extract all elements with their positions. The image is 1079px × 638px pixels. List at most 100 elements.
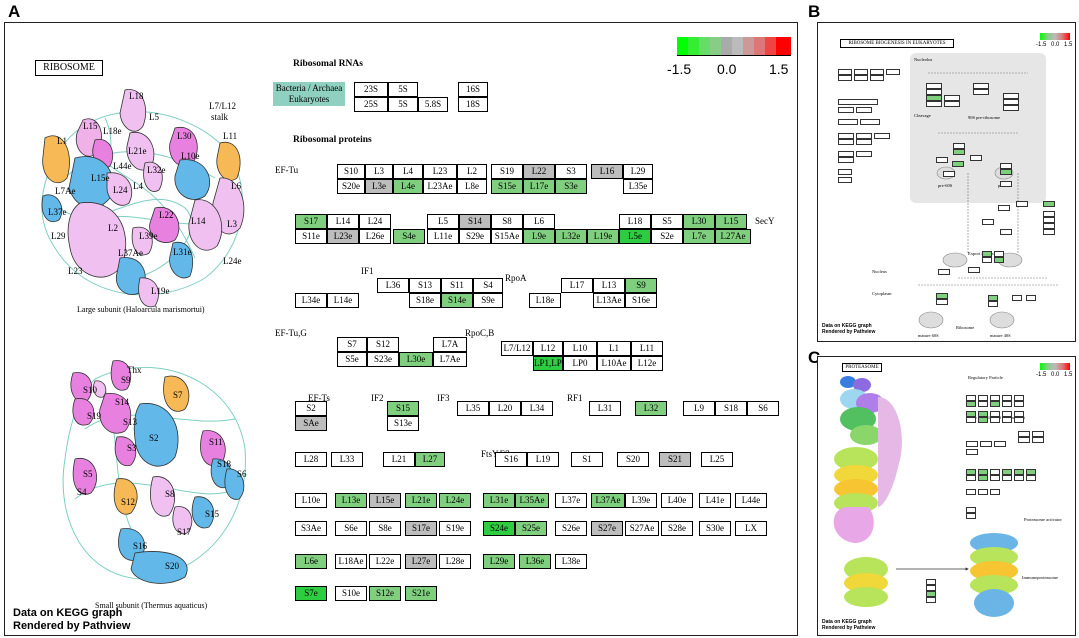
protein-box-lp0[interactable]: LP0 (563, 356, 597, 371)
protein-box-l30e[interactable]: L30e (399, 352, 433, 367)
protein-box-s4e[interactable]: S4e (393, 229, 425, 244)
protein-box-l34e[interactable]: L34e (295, 293, 327, 308)
proteasome-gene-box[interactable] (1014, 417, 1024, 423)
rrna-5s[interactable]: 5S (388, 82, 418, 97)
biogenesis-gene-box[interactable] (1026, 295, 1036, 301)
protein-box-l17[interactable]: L17 (561, 278, 593, 293)
proteasome-gene-box[interactable] (1002, 475, 1012, 481)
protein-box-l18[interactable]: L18 (619, 214, 651, 229)
protein-box-l7a[interactable]: L7A (433, 337, 467, 352)
proteasome-gene-box[interactable] (1014, 475, 1024, 481)
protein-box-l24e[interactable]: L24e (439, 493, 471, 508)
protein-box-s20e[interactable]: S20e (337, 179, 365, 194)
protein-box-l20[interactable]: L20 (489, 401, 521, 416)
biogenesis-gene-box[interactable] (973, 89, 989, 95)
protein-box-l13[interactable]: L13 (593, 278, 625, 293)
protein-box-s16e[interactable]: S16e (625, 293, 657, 308)
proteasome-gene-box[interactable] (978, 489, 988, 495)
protein-box-l1[interactable]: L1 (597, 341, 631, 356)
protein-box-l4e[interactable]: L4e (393, 179, 423, 194)
protein-box-s12e[interactable]: S12e (369, 586, 401, 601)
protein-box-l35[interactable]: L35 (457, 401, 489, 416)
protein-box-l32e[interactable]: L32e (555, 229, 587, 244)
biogenesis-gene-box[interactable] (936, 299, 948, 305)
biogenesis-gene-box[interactable] (1012, 295, 1022, 301)
protein-box-l7ae[interactable]: L7Ae (433, 352, 467, 367)
proteasome-gene-box[interactable] (926, 597, 936, 603)
protein-box-l5[interactable]: L5 (427, 214, 459, 229)
protein-box-s14e[interactable]: S14e (441, 293, 473, 308)
protein-box-l40e[interactable]: L40e (661, 493, 693, 508)
protein-box-s18e[interactable]: S18e (409, 293, 441, 308)
protein-box-s2e[interactable]: S2e (651, 229, 683, 244)
protein-box-s29e[interactable]: S29e (459, 229, 491, 244)
protein-box-l30[interactable]: L30 (683, 214, 715, 229)
protein-box-l25[interactable]: L25 (701, 452, 733, 467)
protein-box-s14[interactable]: S14 (459, 214, 491, 229)
protein-box-s9[interactable]: S9 (625, 278, 657, 293)
protein-box-s19e[interactable]: S19e (439, 521, 471, 536)
protein-box-l10e[interactable]: L10e (295, 493, 327, 508)
biogenesis-gene-box[interactable] (838, 169, 852, 175)
proteasome-gene-box[interactable] (1014, 401, 1024, 407)
proteasome-gene-box[interactable] (978, 475, 988, 481)
protein-box-l7e[interactable]: L7e (683, 229, 715, 244)
biogenesis-gene-box[interactable] (943, 171, 955, 177)
proteasome-gene-box[interactable] (990, 489, 1000, 495)
protein-box-s13[interactable]: S13 (409, 278, 441, 293)
protein-box-l6[interactable]: L6 (523, 214, 555, 229)
protein-box-l36e[interactable]: L36e (519, 554, 551, 569)
biogenesis-gene-box[interactable] (838, 177, 852, 183)
protein-box-l3[interactable]: L3 (365, 164, 393, 179)
biogenesis-gene-box[interactable] (860, 119, 880, 125)
rrna-23s[interactable]: 23S (354, 82, 388, 97)
protein-box-sae[interactable]: SAe (295, 416, 327, 431)
protein-box-s24e[interactable]: S24e (483, 521, 515, 536)
biogenesis-gene-box[interactable] (886, 69, 900, 75)
protein-box-s23e[interactable]: S23e (367, 352, 399, 367)
protein-box-s21e[interactable]: S21e (405, 586, 437, 601)
biogenesis-gene-box[interactable] (998, 205, 1010, 211)
protein-box-l38e[interactable]: L38e (555, 554, 587, 569)
protein-box-l29[interactable]: L29 (623, 164, 653, 179)
biogenesis-gene-box[interactable] (982, 257, 992, 263)
proteasome-gene-box[interactable] (990, 475, 1000, 481)
protein-box-s15[interactable]: S15 (387, 401, 419, 416)
protein-box-s1[interactable]: S1 (571, 452, 603, 467)
protein-box-s28e[interactable]: S28e (661, 521, 693, 536)
proteasome-gene-box[interactable] (966, 401, 976, 407)
protein-box-l39e[interactable]: L39e (625, 493, 657, 508)
proteasome-gene-box[interactable] (990, 417, 1000, 423)
protein-box-l28[interactable]: L28 (295, 452, 327, 467)
protein-box-l15[interactable]: L15 (715, 214, 747, 229)
protein-box-l28e[interactable]: L28e (439, 554, 471, 569)
protein-box-s7[interactable]: S7 (337, 337, 367, 352)
protein-box-l35e[interactable]: L35e (623, 179, 653, 194)
protein-box-l33[interactable]: L33 (331, 452, 363, 467)
proteasome-gene-box[interactable] (994, 441, 1006, 447)
biogenesis-gene-box[interactable] (953, 149, 965, 155)
protein-box-s25e[interactable]: S25e (515, 521, 547, 536)
protein-box-s26e[interactable]: S26e (555, 521, 587, 536)
protein-box-l24[interactable]: L24 (359, 214, 391, 229)
protein-box-s27e[interactable]: S27e (591, 521, 623, 536)
protein-box-l32[interactable]: L32 (635, 401, 667, 416)
biogenesis-gene-box[interactable] (1043, 229, 1055, 235)
protein-box-s15ae[interactable]: S15Ae (491, 229, 523, 244)
proteasome-gene-box[interactable] (966, 489, 976, 495)
biogenesis-gene-box[interactable] (856, 151, 872, 157)
protein-box-s3[interactable]: S3 (555, 164, 587, 179)
biogenesis-gene-box[interactable] (856, 139, 872, 145)
protein-box-s27ae[interactable]: S27Ae (625, 521, 659, 536)
biogenesis-gene-box[interactable] (1000, 229, 1012, 235)
protein-box-s16[interactable]: S16 (495, 452, 527, 467)
protein-box-s11e[interactable]: S11e (295, 229, 327, 244)
protein-box-s13e[interactable]: S13e (387, 416, 419, 431)
protein-box-s10e[interactable]: S10e (335, 586, 367, 601)
protein-box-s3ae[interactable]: S3Ae (295, 521, 327, 536)
protein-box-s11[interactable]: S11 (441, 278, 473, 293)
proteasome-gene-box[interactable] (966, 475, 976, 481)
protein-box-l12[interactable]: L12 (533, 341, 563, 356)
biogenesis-gene-box[interactable] (926, 101, 942, 107)
proteasome-gene-box[interactable] (1002, 417, 1012, 423)
